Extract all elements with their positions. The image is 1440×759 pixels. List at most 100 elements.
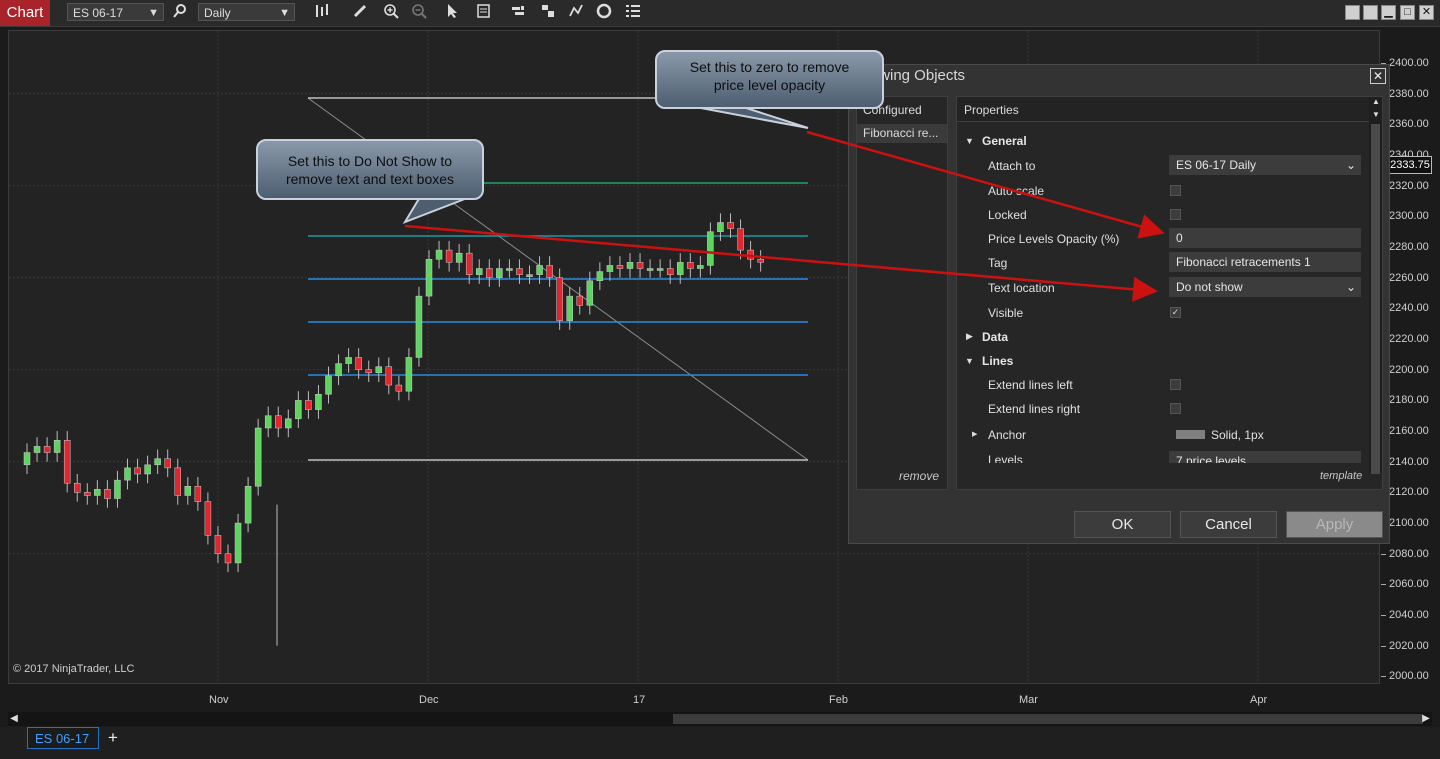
date-label: Mar: [1019, 694, 1038, 706]
collapse-arrow-icon[interactable]: ▼: [965, 356, 974, 366]
candle-up: [707, 231, 714, 266]
properties-scrollbar-thumb[interactable]: [1371, 124, 1380, 474]
candle-down: [727, 222, 734, 229]
candle-down: [687, 262, 694, 269]
candle-down: [465, 252, 473, 275]
add-tab-button[interactable]: +: [104, 727, 122, 749]
apply-button[interactable]: Apply: [1286, 511, 1383, 538]
scroll-left-icon[interactable]: ◀: [9, 713, 19, 725]
price-tick-label: 2020.00: [1381, 639, 1429, 652]
candle-up: [656, 268, 664, 271]
candle-up: [144, 464, 151, 475]
levels-value[interactable]: 7 price levels: [1169, 451, 1361, 463]
candle-down: [365, 369, 372, 374]
extend-right-label: Extend lines right: [988, 402, 1081, 416]
opacity-callout: Set this to zero to remove price level o…: [655, 50, 884, 109]
text-location-callout: Set this to Do Not Show to remove text a…: [256, 139, 484, 200]
candle-down: [757, 259, 764, 263]
levels-label: Levels: [988, 453, 1023, 463]
candle-down: [104, 489, 111, 499]
candle-down: [737, 228, 744, 251]
candle-down: [204, 501, 212, 536]
tag-input[interactable]: Fibonacci retracements 1: [1169, 252, 1361, 272]
attach-to-label: Attach to: [988, 159, 1036, 173]
candle-down: [214, 535, 222, 555]
attach-to-select[interactable]: ES 06-17 Daily ⌄: [1169, 155, 1361, 175]
text-location-value: Do not show: [1176, 280, 1243, 294]
group-lines[interactable]: Lines: [982, 354, 1013, 368]
expand-arrow-icon[interactable]: ▶: [972, 430, 977, 438]
candle-up: [234, 522, 242, 564]
candle-down: [134, 467, 141, 475]
remove-link[interactable]: remove: [899, 469, 939, 483]
price-tick-label: 2320.00: [1381, 179, 1429, 192]
extend-right-checkbox[interactable]: [1170, 403, 1181, 414]
date-label: Dec: [419, 694, 439, 706]
price-tick-label: 2060.00: [1381, 578, 1429, 591]
opacity-input[interactable]: 0: [1169, 228, 1361, 248]
extend-left-label: Extend lines left: [988, 378, 1073, 392]
expand-arrow-icon[interactable]: ▶: [966, 331, 973, 342]
tab-es-06-17[interactable]: ES 06-17: [27, 727, 99, 749]
candle-up: [526, 274, 533, 277]
price-tick-label: 2080.00: [1381, 547, 1429, 560]
candle-up: [717, 222, 724, 232]
group-general[interactable]: General: [982, 134, 1027, 148]
scrollbar-thumb[interactable]: [673, 714, 1423, 724]
price-tick-label: 2280.00: [1381, 241, 1429, 254]
price-tick-label: 2260.00: [1381, 271, 1429, 284]
candle-down: [63, 440, 71, 484]
candle-up: [345, 357, 352, 364]
anchor-line-swatch: [1176, 430, 1205, 439]
candle-down: [576, 295, 583, 306]
date-label: 17: [633, 694, 646, 706]
auto-scale-checkbox[interactable]: [1170, 185, 1181, 196]
locked-checkbox[interactable]: [1170, 209, 1181, 220]
candle-up: [184, 486, 192, 496]
candle-up: [425, 259, 433, 297]
candle-down: [616, 265, 624, 269]
candle-up: [94, 489, 101, 496]
anchor-value[interactable]: Solid, 1px: [1211, 428, 1264, 442]
candle-up: [325, 375, 332, 395]
visible-label: Visible: [988, 306, 1024, 320]
scroll-down-icon[interactable]: ▼: [1372, 110, 1380, 119]
candle-up: [375, 366, 382, 374]
group-data[interactable]: Data: [982, 330, 1008, 344]
candle-up: [254, 427, 262, 487]
levels-row: Levels 7 price levels: [957, 449, 1368, 463]
candle-down: [194, 486, 202, 502]
opacity-label: Price Levels Opacity (%): [988, 232, 1120, 246]
price-tick-label: 2180.00: [1381, 394, 1429, 407]
ok-button[interactable]: OK: [1074, 511, 1171, 538]
price-tick-label: 2100.00: [1381, 517, 1429, 530]
visible-checkbox[interactable]: ✓: [1170, 307, 1181, 318]
auto-scale-label: Auto scale: [988, 184, 1045, 198]
candle-down: [164, 458, 171, 469]
close-icon[interactable]: ✕: [1370, 68, 1386, 84]
collapse-arrow-icon[interactable]: ▼: [965, 136, 974, 146]
tag-label: Tag: [988, 256, 1008, 270]
candle-up: [606, 265, 614, 272]
price-tick-label: 2300.00: [1381, 210, 1429, 223]
cancel-button[interactable]: Cancel: [1180, 511, 1277, 538]
candle-down: [224, 553, 232, 564]
candle-up: [285, 418, 292, 429]
text-location-select[interactable]: Do not show ⌄: [1169, 277, 1361, 297]
text-location-label: Text location: [988, 281, 1055, 295]
candle-up: [455, 252, 463, 263]
scroll-up-icon[interactable]: ▲: [1372, 97, 1380, 106]
scroll-right-icon[interactable]: ▶: [1421, 713, 1431, 725]
candle-down: [666, 268, 674, 275]
candle-down: [305, 400, 312, 410]
price-tick-label: 2140.00: [1381, 455, 1429, 468]
price-tick-label: 2400.00: [1381, 57, 1429, 69]
candle-up: [677, 262, 684, 275]
configured-item-fibonacci[interactable]: Fibonacci re...: [857, 124, 947, 143]
template-link[interactable]: template: [1320, 470, 1362, 482]
price-tick-label: 2040.00: [1381, 609, 1429, 622]
candle-up: [264, 415, 272, 429]
extend-left-checkbox[interactable]: [1170, 379, 1181, 390]
candle-down: [395, 384, 403, 392]
candle-down: [747, 249, 754, 260]
